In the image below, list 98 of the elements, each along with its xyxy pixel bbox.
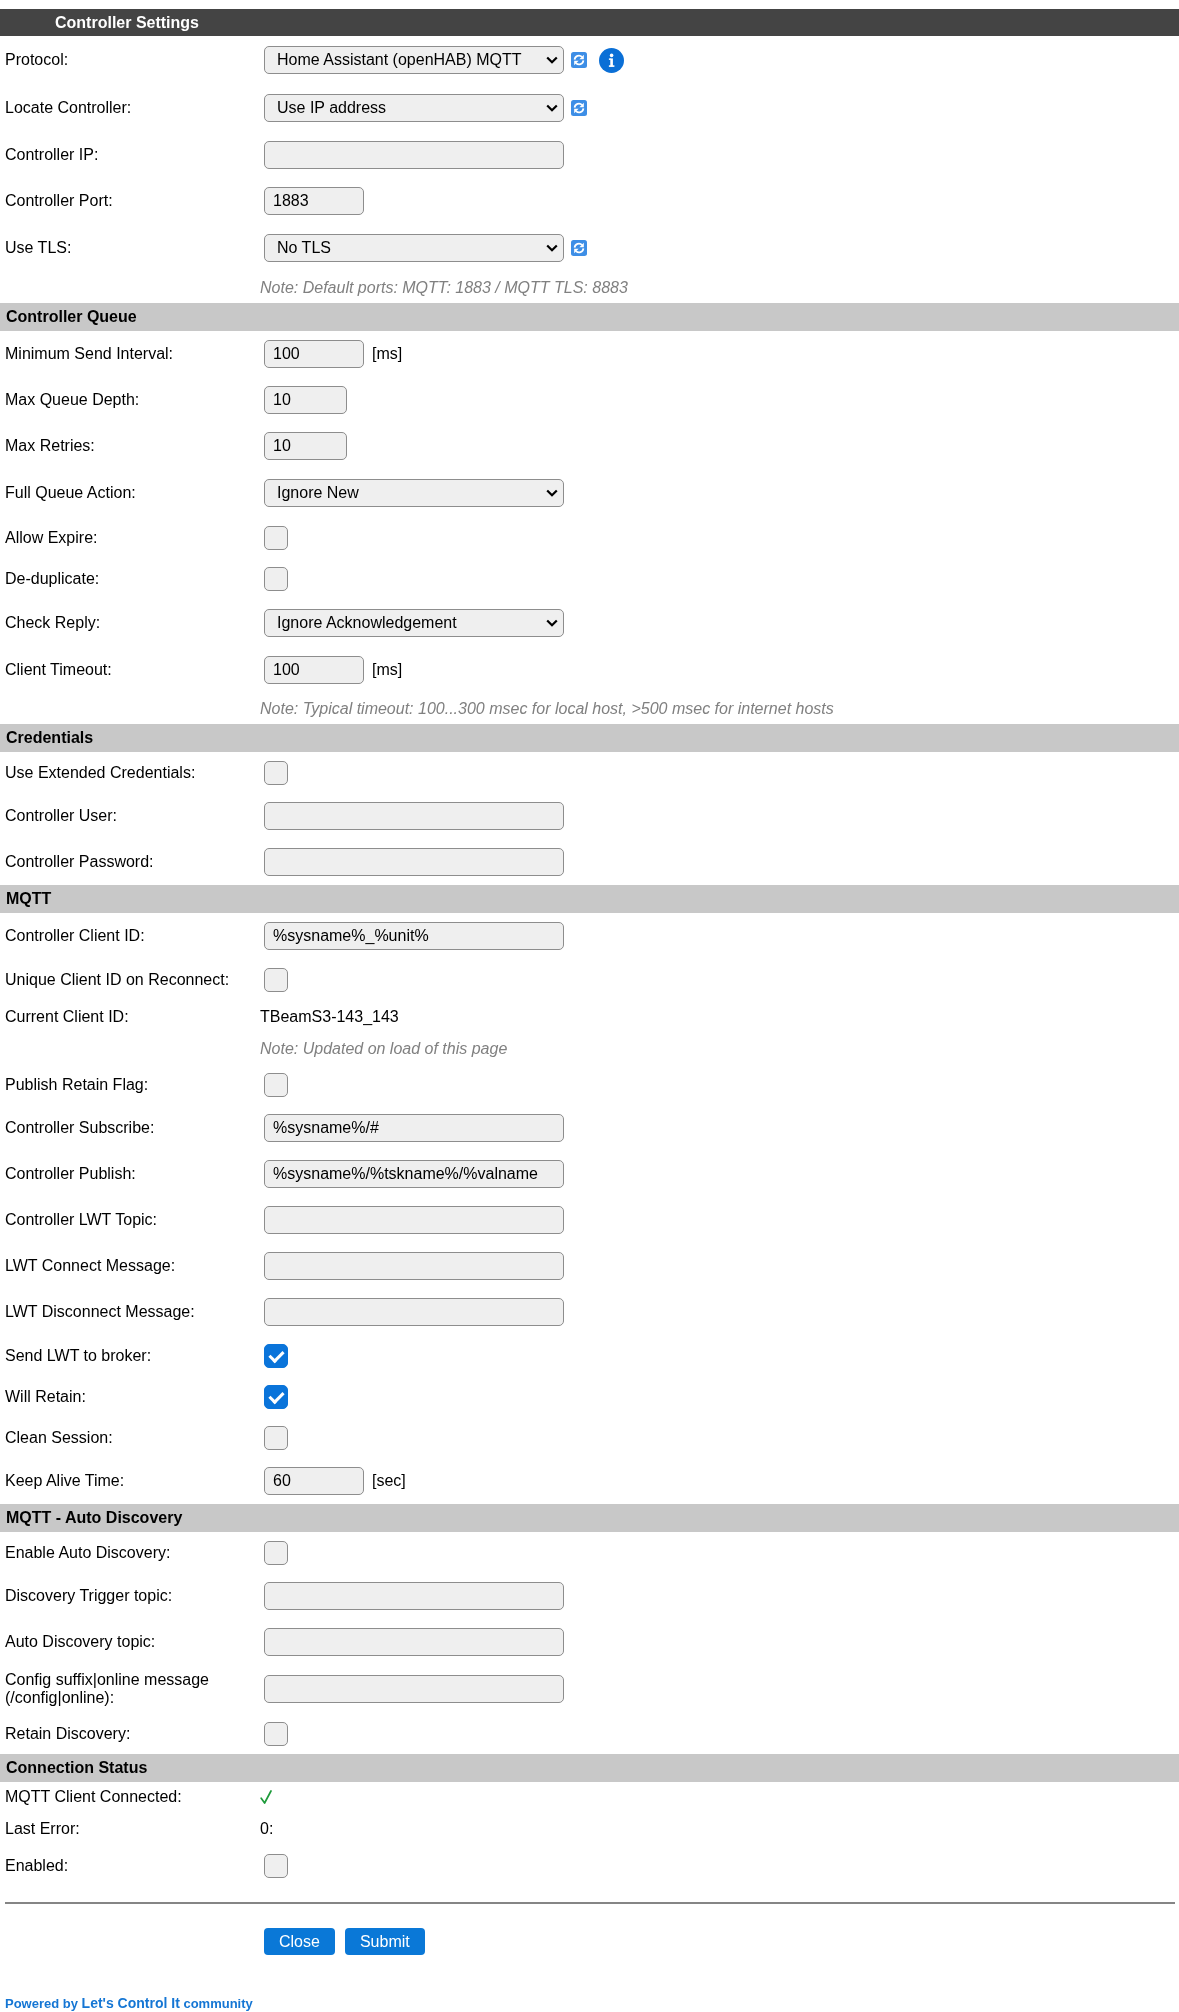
action-button[interactable]: Close <box>264 1928 335 1955</box>
text-field[interactable] <box>264 1675 564 1703</box>
number-field[interactable]: 60 <box>264 1467 364 1495</box>
field-label: Controller Client ID: <box>5 927 145 945</box>
field-label: Max Queue Depth: <box>5 391 140 409</box>
checkbox[interactable] <box>264 1343 288 1368</box>
field-label: Locate Controller: <box>5 99 132 117</box>
field-label: Will Retain: <box>5 1387 86 1406</box>
chevron-down-icon <box>546 244 558 252</box>
footer-text: Powered by Let's Control It community <box>5 1995 253 2012</box>
chevron-down-icon <box>546 104 558 112</box>
number-field[interactable]: 10 <box>264 432 347 460</box>
field-label: Current Client ID: <box>5 1007 129 1026</box>
dropdown[interactable]: Home Assistant (openHAB) MQTT <box>264 46 564 74</box>
checkbox[interactable] <box>264 1384 288 1409</box>
field-label: Controller IP: <box>5 146 99 164</box>
field-label: Keep Alive Time: <box>5 1472 125 1490</box>
note-text: Note: Updated on load of this page <box>260 1039 508 1058</box>
field-label: MQTT Client Connected: <box>5 1788 182 1806</box>
action-button[interactable]: Submit <box>344 1928 425 1955</box>
number-field[interactable]: 100 <box>264 656 364 684</box>
text-field[interactable] <box>264 141 564 169</box>
text-field[interactable]: %sysname%/# <box>264 1114 564 1142</box>
field-label: Controller Subscribe: <box>5 1119 155 1137</box>
field-label: Use Extended Credentials: <box>5 763 196 782</box>
field-label: De-duplicate: <box>5 569 100 588</box>
field-label: Publish Retain Flag: <box>5 1075 149 1094</box>
chevron-down-icon <box>546 619 558 627</box>
info-icon[interactable] <box>599 47 624 73</box>
section-header: Credentials <box>0 724 1179 752</box>
field-label: Retain Discovery: <box>5 1724 131 1743</box>
field-label: Client Timeout: <box>5 661 112 679</box>
unit-label: [ms] <box>372 661 403 679</box>
field-label: Config suffix|online message (/config|online): <box>5 1671 210 1707</box>
field-label: Controller Port: <box>5 192 113 210</box>
field-label: LWT Disconnect Message: <box>5 1303 195 1321</box>
field-label: Allow Expire: <box>5 528 98 547</box>
refresh-icon[interactable] <box>571 100 587 116</box>
checkbox[interactable] <box>264 967 288 992</box>
text-field[interactable]: %sysname%_%unit% <box>264 922 564 950</box>
checkbox[interactable] <box>264 1072 288 1097</box>
note-text: Note: Default ports: MQTT: 1883 / MQTT TLS: 8883 <box>260 278 628 297</box>
chevron-down-icon <box>546 56 558 64</box>
brand-link[interactable]: Let's Control It <box>81 1995 180 2011</box>
field-label: LWT Connect Message: <box>5 1257 176 1275</box>
field-label: Protocol: <box>5 51 69 69</box>
field-label: Enabled: <box>5 1856 69 1875</box>
checkbox[interactable] <box>264 1853 288 1878</box>
checkbox[interactable] <box>264 1540 288 1565</box>
chevron-down-icon <box>546 489 558 497</box>
field-label: Clean Session: <box>5 1428 113 1447</box>
text-field[interactable] <box>264 1298 564 1326</box>
unit-label: [ms] <box>372 345 403 363</box>
field-label: Minimum Send Interval: <box>5 345 174 363</box>
dropdown[interactable]: No TLS <box>264 234 564 262</box>
field-label: Check Reply: <box>5 614 101 632</box>
field-label: Controller User: <box>5 807 118 825</box>
title-bar: Controller Settings <box>0 9 1179 36</box>
field-label: Controller Password: <box>5 853 154 871</box>
text-field[interactable] <box>264 848 564 876</box>
field-label: Enable Auto Discovery: <box>5 1543 171 1562</box>
section-header: MQTT <box>0 885 1179 913</box>
field-label: Unique Client ID on Reconnect: <box>5 970 230 989</box>
text-field[interactable] <box>264 802 564 830</box>
value-text: 0: <box>260 1819 274 1838</box>
text-field[interactable] <box>264 1252 564 1280</box>
section-header: MQTT - Auto Discovery <box>0 1504 1179 1532</box>
field-label: Use TLS: <box>5 239 72 257</box>
text-field[interactable]: %sysname%/%tskname%/%valname <box>264 1160 564 1188</box>
refresh-icon[interactable] <box>571 52 587 68</box>
number-field[interactable]: 10 <box>264 386 347 414</box>
checkbox[interactable] <box>264 566 288 591</box>
field-label: Send LWT to broker: <box>5 1346 152 1365</box>
unit-label: [sec] <box>372 1472 406 1490</box>
section-header: Controller Queue <box>0 303 1179 331</box>
checkbox[interactable] <box>264 1721 288 1746</box>
note-text: Note: Typical timeout: 100...300 msec for local host, >500 msec for internet hosts <box>260 699 834 718</box>
field-label: Discovery Trigger topic: <box>5 1587 173 1605</box>
field-label: Controller LWT Topic: <box>5 1211 158 1229</box>
refresh-icon[interactable] <box>571 240 587 256</box>
checkbox[interactable] <box>264 760 288 785</box>
field-label: Controller Publish: <box>5 1165 136 1183</box>
section-header: Connection Status <box>0 1754 1179 1782</box>
number-field[interactable]: 1883 <box>264 187 364 215</box>
dropdown[interactable]: Ignore Acknowledgement <box>264 609 564 637</box>
field-label: Max Retries: <box>5 437 95 455</box>
value-text: TBeamS3-143_143 <box>260 1007 399 1026</box>
dropdown[interactable]: Use IP address <box>264 94 564 122</box>
dropdown[interactable]: Ignore New <box>264 479 564 507</box>
text-field[interactable] <box>264 1628 564 1656</box>
field-label: Auto Discovery topic: <box>5 1633 156 1651</box>
text-field[interactable] <box>264 1582 564 1610</box>
field-label: Full Queue Action: <box>5 484 136 502</box>
checkbox[interactable] <box>264 525 288 550</box>
field-label: Last Error: <box>5 1819 80 1838</box>
text-field[interactable] <box>264 1206 564 1234</box>
checkbox[interactable] <box>264 1425 288 1450</box>
number-field[interactable]: 100 <box>264 340 364 368</box>
